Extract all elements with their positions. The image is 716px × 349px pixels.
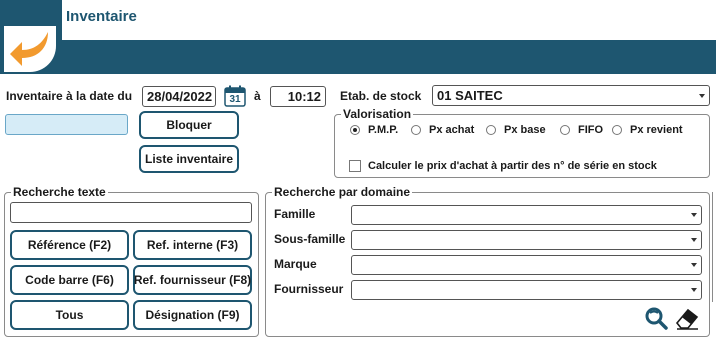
fournisseur-label: Fournisseur: [274, 282, 344, 296]
radio-label: Px revient: [630, 124, 683, 136]
domain-search-title: Recherche par domaine: [272, 185, 413, 199]
marque-label: Marque: [274, 257, 317, 271]
text-search-input[interactable]: [10, 202, 252, 223]
radio-fifo[interactable]: FIFO: [560, 124, 603, 136]
inventory-time-field[interactable]: 10:12: [270, 86, 326, 107]
radio-px-achat[interactable]: Px achat: [411, 124, 474, 136]
radio-px-revient[interactable]: Px revient: [612, 124, 683, 136]
barcode-button[interactable]: Code barre (F6): [10, 265, 129, 295]
header-band: [0, 40, 716, 74]
radio-dot: [612, 125, 622, 135]
radio-label: Px base: [504, 124, 546, 136]
time-separator-label: à: [254, 89, 261, 103]
inventory-date-label: Inventaire à la date du: [6, 89, 133, 103]
sous-famille-value: [352, 231, 701, 235]
fournisseur-value: [352, 281, 701, 285]
radio-label: Px achat: [429, 124, 475, 136]
reference-button[interactable]: Référence (F2): [10, 230, 129, 260]
right-panel-edge: [712, 192, 716, 302]
internal-ref-button[interactable]: Ref. interne (F3): [133, 230, 252, 260]
inventory-date-value: 28/04/2022: [147, 89, 213, 104]
radio-pmp[interactable]: P.M.P.: [350, 124, 398, 136]
famille-select[interactable]: [351, 205, 702, 225]
inventory-time-value: 10:12: [287, 89, 321, 104]
text-search-value: [11, 203, 251, 207]
chevron-down-icon: [691, 213, 697, 217]
all-button[interactable]: Tous: [10, 300, 129, 330]
back-button[interactable]: [4, 26, 56, 72]
stock-label: Etab. de stock: [340, 89, 422, 103]
serial-checkbox[interactable]: [349, 160, 361, 172]
chevron-down-icon: [699, 93, 705, 98]
inventory-date-field[interactable]: 28/04/2022: [142, 86, 216, 107]
marque-value: [352, 256, 701, 260]
radio-label: FIFO: [578, 124, 604, 136]
eraser-icon[interactable]: [674, 305, 700, 331]
valorisation-title: Valorisation: [341, 107, 414, 121]
text-search-title: Recherche texte: [11, 185, 108, 199]
fournisseur-select[interactable]: [351, 280, 702, 300]
radio-dot: [350, 125, 360, 135]
stock-selected-value: 01 SAITEC: [437, 88, 503, 103]
serial-checkbox-label: Calculer le prix d'achat à partir des n°…: [368, 160, 657, 172]
famille-label: Famille: [274, 207, 316, 221]
marque-select[interactable]: [351, 255, 702, 275]
sous-famille-label: Sous-famille: [274, 232, 346, 246]
sous-famille-select[interactable]: [351, 230, 702, 250]
radio-px-base[interactable]: Px base: [486, 124, 546, 136]
block-button[interactable]: Bloquer: [139, 111, 239, 139]
calendar-day: 31: [229, 94, 241, 105]
radio-dot: [486, 125, 496, 135]
radio-label: P.M.P.: [368, 124, 399, 136]
inventory-list-button[interactable]: Liste inventaire: [139, 145, 239, 173]
inventory-input[interactable]: [5, 114, 128, 135]
chevron-down-icon: [691, 238, 697, 242]
stock-select[interactable]: 01 SAITEC: [432, 85, 710, 106]
radio-dot: [411, 125, 421, 135]
famille-value: [352, 206, 701, 210]
back-arrow-icon: [10, 32, 48, 66]
calendar-icon[interactable]: 31: [224, 85, 246, 107]
window-title: Inventaire: [66, 8, 137, 25]
designation-button[interactable]: Désignation (F9): [133, 300, 252, 330]
chevron-down-icon: [691, 288, 697, 292]
link-search-icon[interactable]: [643, 305, 669, 331]
radio-dot: [560, 125, 570, 135]
chevron-down-icon: [691, 263, 697, 267]
supplier-ref-button[interactable]: Ref. fournisseur (F8): [133, 265, 252, 295]
